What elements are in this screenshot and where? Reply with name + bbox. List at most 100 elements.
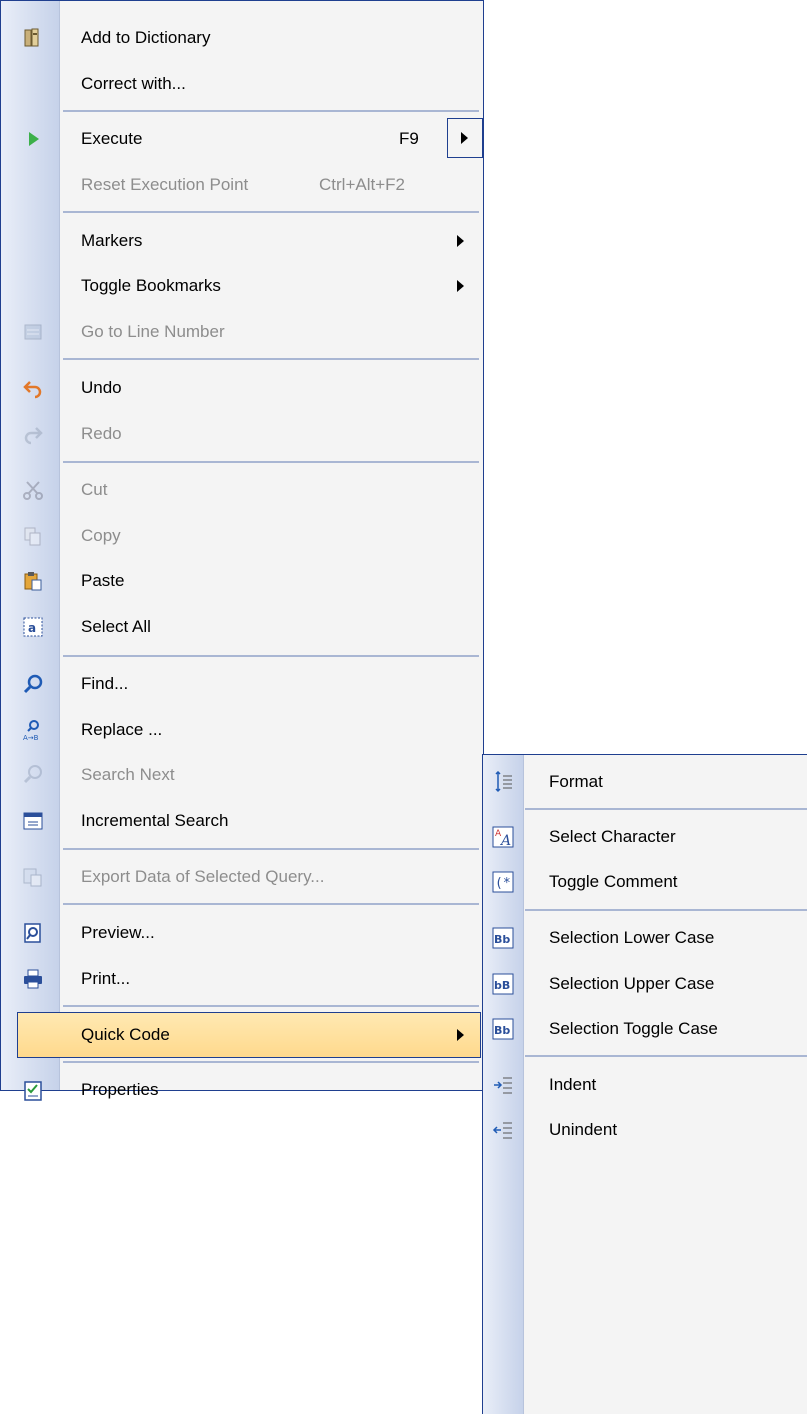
menu-item-shortcut: F9 bbox=[399, 129, 419, 148]
submenu-item-selection-toggle-case[interactable]: Bb Selection Toggle Case bbox=[483, 1006, 807, 1052]
menu-item-label: Add to Dictionary bbox=[81, 28, 211, 47]
menu-item-toggle-bookmarks[interactable]: Toggle Bookmarks bbox=[1, 263, 483, 309]
print-icon bbox=[21, 967, 45, 991]
menu-item-undo[interactable]: Undo bbox=[1, 365, 483, 411]
toggle-comment-icon: (* bbox=[491, 870, 515, 894]
svg-text:A→B: A→B bbox=[23, 734, 39, 741]
menu-item-search-next[interactable]: Search Next bbox=[1, 752, 483, 798]
menu-item-label: Properties bbox=[81, 1080, 159, 1099]
export-data-icon bbox=[21, 865, 45, 889]
menu-separator bbox=[63, 461, 479, 463]
menu-item-label: Undo bbox=[81, 378, 122, 397]
select-character-icon: AA bbox=[491, 825, 515, 849]
submenu-item-selection-lower-case[interactable]: Bb Selection Lower Case bbox=[483, 915, 807, 961]
menu-item-label: Markers bbox=[81, 231, 143, 250]
preview-icon bbox=[21, 921, 45, 945]
menu-item-label: Redo bbox=[81, 424, 122, 443]
menu-separator bbox=[63, 211, 479, 213]
menu-item-label: Execute bbox=[81, 129, 143, 148]
menu-item-label: Select All bbox=[81, 617, 151, 636]
submenu-item-toggle-comment[interactable]: (* Toggle Comment bbox=[483, 859, 807, 905]
submenu-item-label: Indent bbox=[549, 1075, 597, 1094]
quick-code-submenu: Format AA Select Character (* Toggle Com… bbox=[482, 754, 807, 1414]
submenu-item-select-character[interactable]: AA Select Character bbox=[483, 814, 807, 860]
menu-item-find[interactable]: Find... bbox=[1, 661, 483, 707]
menu-item-export-data[interactable]: Export Data of Selected Query... bbox=[1, 854, 483, 900]
lower-case-icon: Bb bbox=[491, 926, 515, 950]
menu-separator bbox=[63, 1061, 479, 1063]
menu-item-markers[interactable]: Markers bbox=[1, 218, 483, 264]
menu-item-label: Paste bbox=[81, 571, 125, 590]
menu-item-preview[interactable]: Preview... bbox=[1, 910, 483, 956]
submenu-item-format[interactable]: Format bbox=[483, 759, 807, 805]
menu-separator bbox=[525, 1055, 807, 1057]
menu-item-go-to-line-number[interactable]: Go to Line Number bbox=[1, 309, 483, 355]
context-menu: Add to Dictionary Correct with... Execut… bbox=[0, 0, 484, 1101]
menu-separator bbox=[63, 903, 479, 905]
menu-item-label: Quick Code bbox=[81, 1025, 170, 1044]
unindent-icon bbox=[491, 1118, 515, 1142]
submenu-item-label: Toggle Comment bbox=[549, 872, 678, 891]
format-icon bbox=[491, 770, 515, 794]
menu-separator bbox=[63, 110, 479, 112]
svg-text:A: A bbox=[499, 833, 511, 848]
menu-item-quick-code[interactable]: Quick Code bbox=[17, 1012, 481, 1058]
menu-item-label: Export Data of Selected Query... bbox=[81, 867, 325, 886]
menu-item-add-to-dictionary[interactable]: Add to Dictionary bbox=[1, 15, 483, 61]
upper-case-icon: bB bbox=[491, 972, 515, 996]
menu-item-label: Print... bbox=[81, 969, 131, 988]
menu-item-copy[interactable]: Copy bbox=[1, 513, 483, 559]
menu-item-properties[interactable]: Properties bbox=[1, 1068, 483, 1112]
undo-icon bbox=[21, 376, 45, 400]
menu-item-incremental-search[interactable]: Incremental Search bbox=[1, 798, 483, 844]
svg-text:a: a bbox=[28, 621, 36, 635]
upper-case-icon-text: bB bbox=[494, 979, 510, 992]
toggle-case-icon-text: Bb bbox=[494, 1024, 510, 1037]
submenu-item-label: Selection Upper Case bbox=[549, 974, 715, 993]
menu-item-shortcut: Ctrl+Alt+F2 bbox=[319, 175, 405, 194]
menu-separator bbox=[63, 655, 479, 657]
menu-separator bbox=[63, 848, 479, 850]
copy-icon bbox=[21, 524, 45, 548]
menu-item-label: Cut bbox=[81, 480, 108, 499]
chevron-right-icon bbox=[457, 1029, 464, 1041]
search-next-icon bbox=[21, 763, 45, 787]
paste-icon bbox=[21, 569, 45, 593]
menu-separator bbox=[525, 808, 807, 810]
menu-item-label: Preview... bbox=[81, 923, 155, 942]
submenu-item-indent[interactable]: Indent bbox=[483, 1062, 807, 1108]
menu-item-label: Copy bbox=[81, 526, 121, 545]
indent-icon bbox=[491, 1073, 515, 1097]
menu-item-print[interactable]: Print... bbox=[1, 956, 483, 1002]
go-to-line-icon bbox=[21, 320, 45, 344]
submenu-item-label: Select Character bbox=[549, 827, 676, 846]
menu-item-redo[interactable]: Redo bbox=[1, 411, 483, 457]
menu-item-cut[interactable]: Cut bbox=[1, 467, 483, 513]
redo-icon bbox=[21, 422, 45, 446]
submenu-item-selection-upper-case[interactable]: bB Selection Upper Case bbox=[483, 961, 807, 1007]
chevron-right-icon bbox=[457, 235, 464, 247]
menu-item-label: Go to Line Number bbox=[81, 322, 225, 341]
menu-item-correct-with[interactable]: Correct with... bbox=[1, 61, 483, 107]
dictionary-icon bbox=[21, 26, 45, 50]
submenu-item-unindent[interactable]: Unindent bbox=[483, 1107, 807, 1153]
select-all-icon: a bbox=[21, 615, 45, 639]
incremental-search-icon bbox=[21, 809, 45, 833]
menu-item-select-all[interactable]: a Select All bbox=[1, 604, 483, 650]
menu-item-replace[interactable]: A→B Replace ... bbox=[1, 707, 483, 753]
lower-case-icon-text: Bb bbox=[494, 933, 510, 946]
menu-separator bbox=[63, 358, 479, 360]
replace-icon: A→B bbox=[21, 718, 45, 742]
menu-item-label: Find... bbox=[81, 674, 129, 693]
menu-item-paste[interactable]: Paste bbox=[1, 558, 483, 604]
execute-play-icon bbox=[21, 127, 45, 151]
menu-item-label: Correct with... bbox=[81, 74, 186, 93]
menu-item-reset-execution-point[interactable]: Reset Execution Point Ctrl+Alt+F2 bbox=[1, 162, 483, 208]
menu-separator bbox=[525, 909, 807, 911]
chevron-right-icon bbox=[457, 280, 464, 292]
cut-icon bbox=[21, 478, 45, 502]
submenu-item-label: Format bbox=[549, 772, 603, 791]
chevron-right-icon bbox=[461, 132, 468, 144]
menu-item-execute[interactable]: Execute F9 bbox=[1, 116, 483, 162]
execute-submenu-button[interactable] bbox=[447, 118, 483, 158]
